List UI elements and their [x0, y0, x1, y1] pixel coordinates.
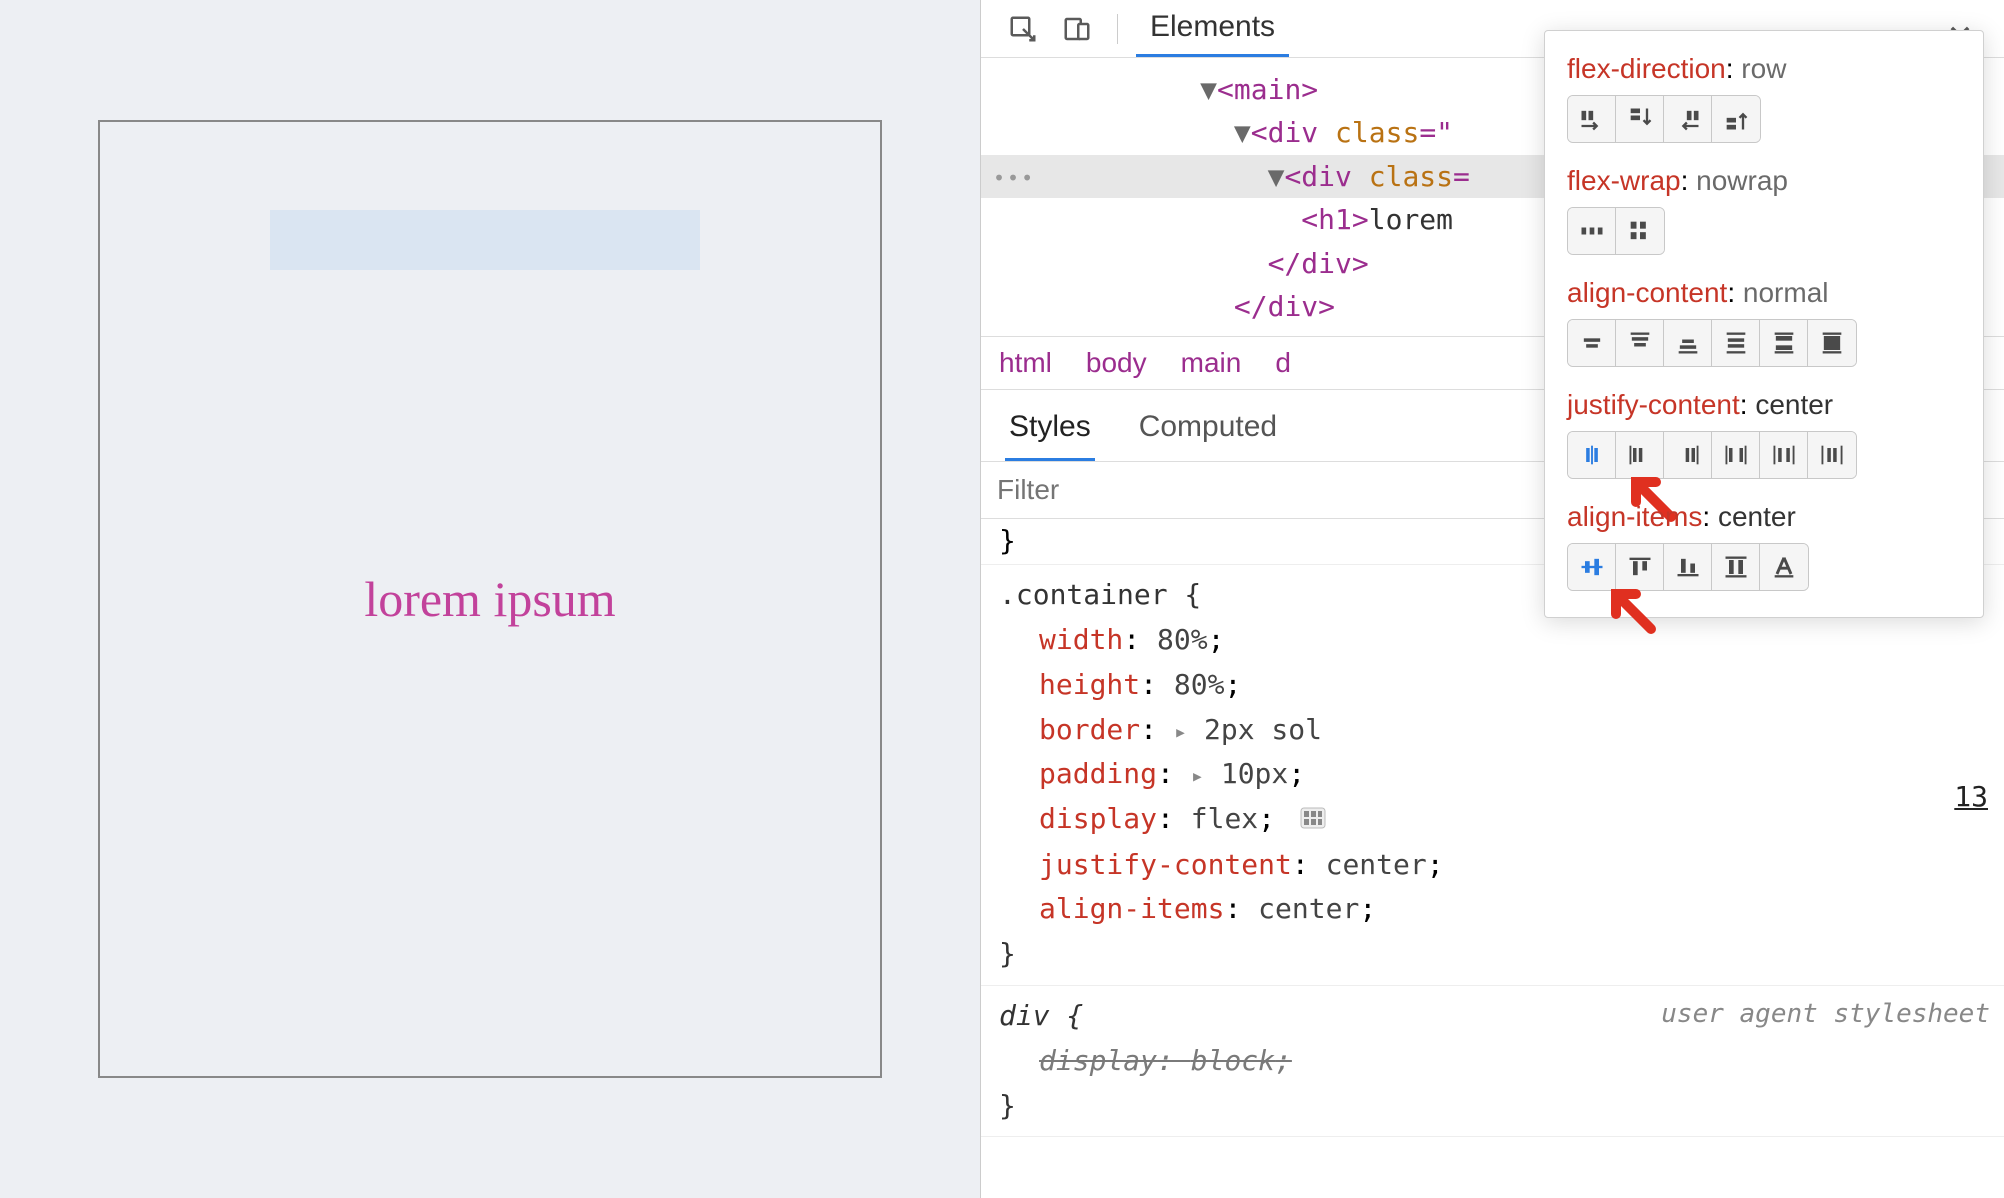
page-viewport: lorem ipsum: [0, 0, 980, 1198]
decl-align-items[interactable]: align-items: center;: [999, 887, 1986, 932]
group-align-content: align-content: normal: [1567, 277, 1961, 367]
flex-direction-row-icon[interactable]: [1568, 96, 1616, 142]
device-toggle-icon[interactable]: [1055, 7, 1099, 51]
tab-styles[interactable]: Styles: [1005, 402, 1095, 461]
label-flex-direction: flex-direction: [1567, 53, 1726, 84]
group-flex-direction: flex-direction: row: [1567, 53, 1961, 143]
justify-content-space-evenly-icon[interactable]: [1808, 432, 1856, 478]
flex-wrap-wrap-icon[interactable]: [1616, 208, 1664, 254]
label-align-items: align-items: [1567, 501, 1702, 532]
decl-height[interactable]: height: 80%;: [999, 663, 1986, 708]
align-content-space-between-icon[interactable]: [1760, 320, 1808, 366]
label-flex-wrap: flex-wrap: [1567, 165, 1681, 196]
decl-display[interactable]: display: flex;: [999, 797, 1986, 842]
align-content-center-icon[interactable]: [1568, 320, 1616, 366]
toolbar-separator: [1117, 14, 1118, 44]
align-items-baseline-icon[interactable]: [1760, 544, 1808, 590]
demo-heading: lorem ipsum: [364, 570, 615, 628]
rule-close: }: [999, 932, 1986, 977]
devtools-panel: Elements ▼<main> ▼<div class=" ▼<div cla…: [980, 0, 2004, 1198]
flex-direction-column-reverse-icon[interactable]: [1712, 96, 1760, 142]
justify-content-space-around-icon[interactable]: [1760, 432, 1808, 478]
decl-padding[interactable]: padding: ▸ 10px;: [999, 752, 1986, 797]
group-flex-wrap: flex-wrap: nowrap: [1567, 165, 1961, 255]
label-justify-content: justify-content: [1567, 389, 1740, 420]
align-content-stretch-icon[interactable]: [1808, 320, 1856, 366]
label-align-content: align-content: [1567, 277, 1727, 308]
group-justify-content: justify-content: center: [1567, 389, 1961, 479]
align-content-start-icon[interactable]: [1616, 320, 1664, 366]
flexbox-editor-popover: flex-direction: row flex-wrap: nowrap al…: [1544, 30, 1984, 618]
decl-display-overridden[interactable]: display: block;: [999, 1039, 1986, 1084]
rule-div-ua[interactable]: user agent stylesheet div { display: blo…: [981, 986, 2004, 1137]
inspect-icon[interactable]: [1001, 7, 1045, 51]
styles-pane: } 13 .container { width: 80%; height: 80…: [981, 519, 2004, 1198]
align-items-stretch-icon[interactable]: [1712, 544, 1760, 590]
rule-container[interactable]: 13 .container { width: 80%; height: 80%;…: [981, 565, 2004, 986]
crumb-body[interactable]: body: [1086, 347, 1147, 379]
decl-border[interactable]: border: ▸ 2px sol: [999, 708, 1986, 753]
flex-wrap-nowrap-icon[interactable]: [1568, 208, 1616, 254]
inspect-highlight: [270, 210, 700, 270]
ua-stylesheet-label: user agent stylesheet: [1661, 994, 1990, 1036]
source-link[interactable]: 13: [1954, 775, 1988, 820]
crumb-html[interactable]: html: [999, 347, 1052, 379]
crumb-div[interactable]: d: [1275, 347, 1291, 379]
group-align-items: align-items: center: [1567, 501, 1961, 591]
align-content-space-around-icon[interactable]: [1712, 320, 1760, 366]
annotation-arrow-icon: [1601, 579, 1661, 646]
decl-width[interactable]: width: 80%;: [999, 618, 1986, 663]
justify-content-space-between-icon[interactable]: [1712, 432, 1760, 478]
flex-direction-column-icon[interactable]: [1616, 96, 1664, 142]
flex-editor-icon[interactable]: [1300, 798, 1326, 843]
align-content-end-icon[interactable]: [1664, 320, 1712, 366]
align-items-end-icon[interactable]: [1664, 544, 1712, 590]
decl-justify-content[interactable]: justify-content: center;: [999, 843, 1986, 888]
rule-div-close: }: [999, 1084, 1986, 1129]
crumb-main[interactable]: main: [1181, 347, 1242, 379]
flex-direction-row-reverse-icon[interactable]: [1664, 96, 1712, 142]
justify-content-center-icon[interactable]: [1568, 432, 1616, 478]
tab-computed[interactable]: Computed: [1135, 402, 1281, 461]
tab-elements[interactable]: Elements: [1136, 0, 1289, 57]
